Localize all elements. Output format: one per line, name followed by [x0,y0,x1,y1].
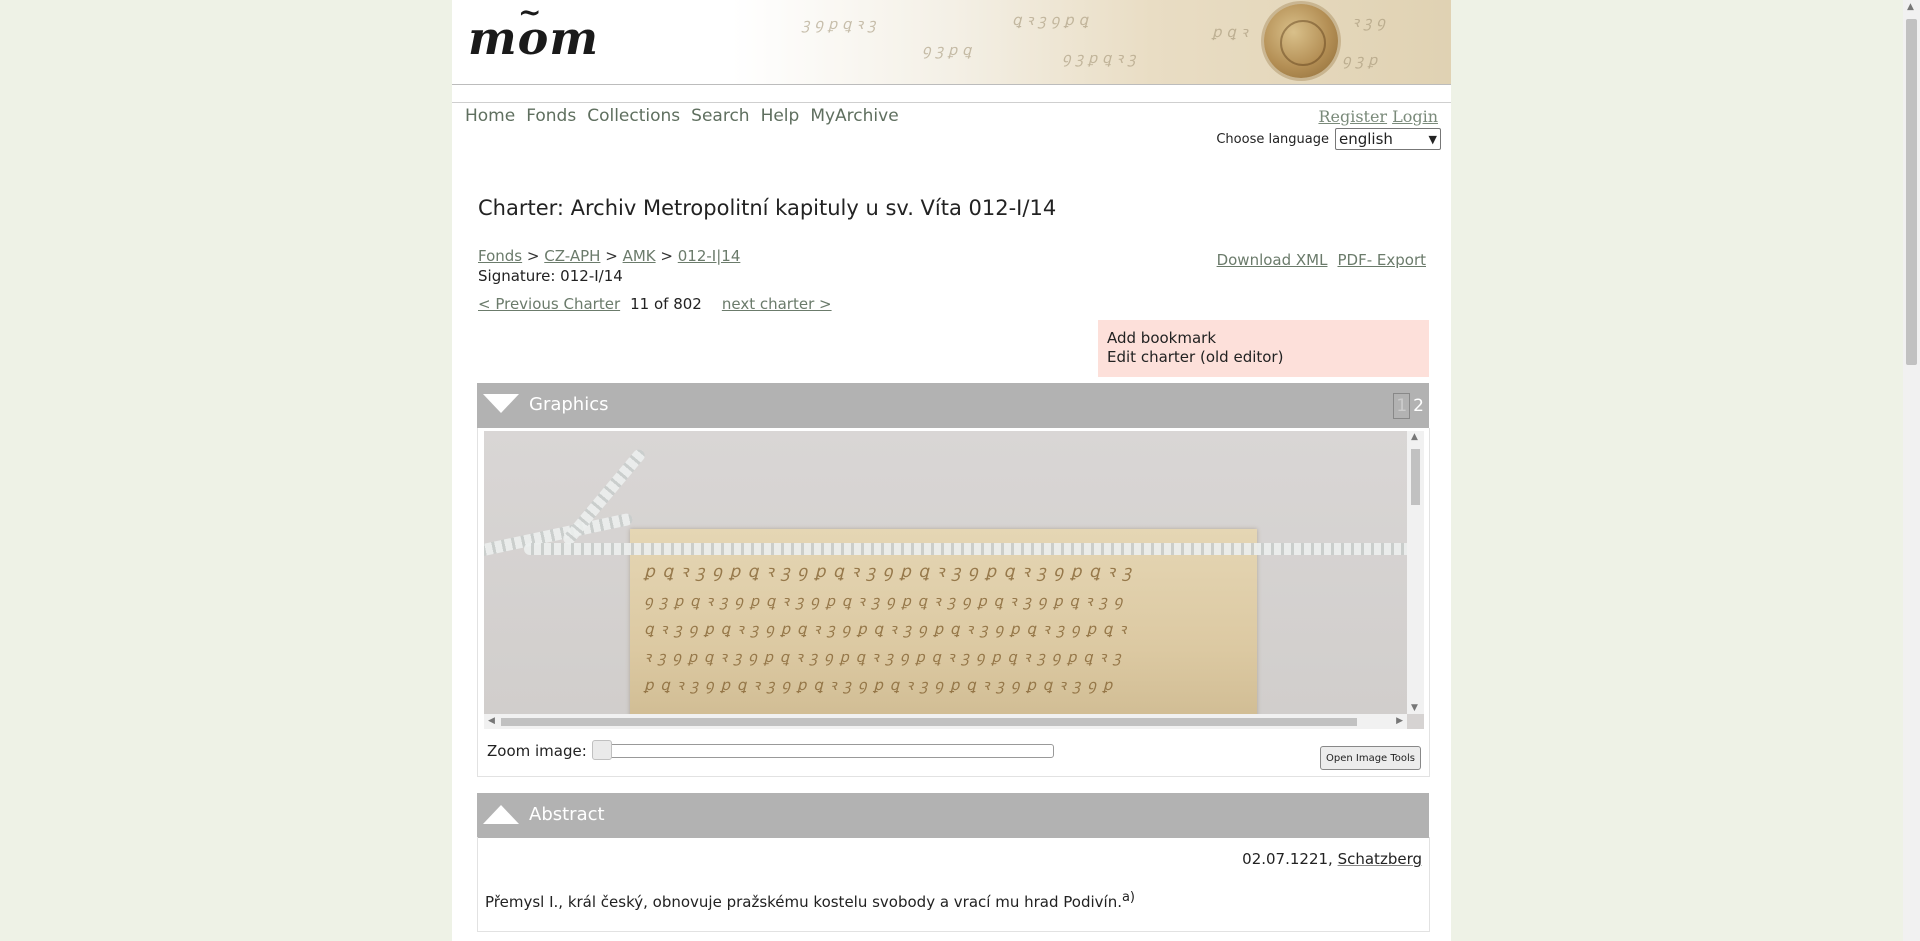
signature: Signature: 012-I/14 [478,267,623,285]
breadcrumb-charter[interactable]: 012-I|14 [678,247,741,265]
nav-fonds[interactable]: Fonds [526,106,576,126]
image-page-1[interactable]: 1 [1393,393,1411,419]
charter-image[interactable]: ꝑ ꝗ ꝛ ꝫ ꝯ ꝑ ꝗ ꝛ ꝫ ꝯ ꝑ ꝗ ꝛ ꝫ ꝯ ꝑ ꝗ ꝛ ꝫ ꝯ … [484,431,1407,714]
previous-charter-link[interactable]: < Previous Charter [478,295,620,313]
image-page-2[interactable]: 2 [1410,393,1427,419]
banner-decoration: ꝑ ꝗ ꝛ [1212,23,1248,41]
breadcrumb-separator: > [526,247,540,265]
logo-tilde: ~ [518,0,542,29]
download-xml-link[interactable]: Download XML [1217,251,1328,269]
breadcrumb-fond[interactable]: AMK [623,247,656,265]
scrollbar-thumb[interactable] [1411,449,1420,505]
abstract-note-marker[interactable]: a) [1122,890,1135,905]
banner-decoration: ꝯ ꝫ ꝑ ꝗ [922,41,972,59]
script-line: ꝛ ꝫ ꝯ ꝑ ꝗ ꝛ ꝫ ꝯ ꝑ ꝗ ꝛ ꝫ ꝯ ꝑ ꝗ ꝛ ꝫ ꝯ ꝑ ꝗ … [644,648,1122,666]
banner-decoration: ꝫ ꝯ ꝑ ꝗ ꝛ ꝫ [802,15,876,33]
banner-decoration: ꝯ ꝫ ꝑ [1342,51,1378,69]
script-line: ꝑ ꝗ ꝛ ꝫ ꝯ ꝑ ꝗ ꝛ ꝫ ꝯ ꝑ ꝗ ꝛ ꝫ ꝯ ꝑ ꝗ ꝛ ꝫ ꝯ … [644,676,1114,694]
scrollbar-thumb[interactable] [501,718,1357,726]
graphics-title: Graphics [529,394,609,415]
breadcrumb-separator: > [660,247,673,265]
script-line: ꝗ ꝛ ꝫ ꝯ ꝑ ꝗ ꝛ ꝫ ꝯ ꝑ ꝗ ꝛ ꝫ ꝯ ꝑ ꝗ ꝛ ꝫ ꝯ ꝑ … [644,620,1128,638]
zoom-slider-handle[interactable] [592,740,612,760]
main-nav: Home Fonds Collections Search Help MyArc… [465,106,899,126]
divider [452,102,1451,103]
language-selected: english [1339,130,1393,148]
scrollbar-thumb[interactable] [1906,19,1917,365]
breadcrumb: Fonds > CZ-APH > AMK > 012-I|14 [478,247,740,265]
abstract-body: 02.07.1221, Schatzberg Přemysl I., král … [477,837,1430,932]
image-horizontal-scrollbar[interactable]: ◀ ▶ [484,714,1407,729]
banner-decoration: ꝗ ꝛ ꝫ ꝯ ꝑ ꝗ [1012,11,1088,29]
breadcrumb-archive[interactable]: CZ-APH [544,247,600,265]
expand-triangle-icon[interactable] [483,805,519,824]
language-chooser: Choose language english ▼ [1216,128,1441,150]
language-label: Choose language [1216,131,1329,147]
image-pager: 1 2 [1393,393,1427,419]
charter-count: 11 of 802 [630,295,702,313]
nav-collections[interactable]: Collections [587,106,680,126]
zoom-label: Zoom image: [487,742,587,760]
charter-actions: Add bookmark Edit charter (old editor) [1098,320,1429,377]
nav-search[interactable]: Search [691,106,749,126]
open-image-tools-button[interactable]: Open Image Tools [1320,746,1421,770]
register-link[interactable]: Register [1318,107,1387,126]
script-line: ꝯ ꝫ ꝑ ꝗ ꝛ ꝫ ꝯ ꝑ ꝗ ꝛ ꝫ ꝯ ꝑ ꝗ ꝛ ꝫ ꝯ ꝑ ꝗ ꝛ … [644,592,1124,610]
nav-help[interactable]: Help [761,106,800,126]
auth-nav: Register Login [1318,107,1438,126]
scroll-right-icon[interactable]: ▶ [1396,716,1403,726]
scroll-left-icon[interactable]: ◀ [488,716,495,726]
login-link[interactable]: Login [1392,107,1438,126]
abstract-header[interactable]: Abstract [477,793,1429,838]
banner-decoration: ꝯ ꝫ ꝑ ꝗ ꝛ ꝫ [1062,49,1136,67]
nav-myarchive[interactable]: MyArchive [810,106,898,126]
next-charter-link[interactable]: next charter > [722,295,832,313]
nav-home[interactable]: Home [465,106,515,126]
add-bookmark-action[interactable]: Add bookmark [1107,329,1420,348]
abstract-place-link[interactable]: Schatzberg [1338,850,1422,868]
banner-decoration: ꝛ ꝫ ꝯ [1352,13,1386,31]
language-select[interactable]: english ▼ [1335,128,1441,150]
breadcrumb-fonds[interactable]: Fonds [478,247,522,265]
chevron-down-icon: ▼ [1428,132,1437,146]
abstract-date-place: 02.07.1221, Schatzberg [1242,850,1422,868]
scroll-down-icon[interactable]: ▼ [1411,703,1418,713]
header-banner: mom ~ ꝫ ꝯ ꝑ ꝗ ꝛ ꝫ ꝯ ꝫ ꝑ ꝗ ꝗ ꝛ ꝫ ꝯ ꝑ ꝗ ꝯ … [452,0,1451,85]
graphics-header[interactable]: Graphics 1 2 [477,383,1429,428]
wax-seal-image [1264,4,1338,78]
collapse-triangle-icon[interactable] [483,394,519,413]
script-line: ꝑ ꝗ ꝛ ꝫ ꝯ ꝑ ꝗ ꝛ ꝫ ꝯ ꝑ ꝗ ꝛ ꝫ ꝯ ꝑ ꝗ ꝛ ꝫ ꝯ … [644,562,1133,582]
scroll-up-icon[interactable]: ▲ [1907,2,1914,12]
parchment-image: ꝑ ꝗ ꝛ ꝫ ꝯ ꝑ ꝗ ꝛ ꝫ ꝯ ꝑ ꝗ ꝛ ꝫ ꝯ ꝑ ꝗ ꝛ ꝫ ꝯ … [630,529,1257,714]
breadcrumb-separator: > [605,247,618,265]
abstract-text-content: Přemysl I., král český, obnovuje pražské… [485,893,1122,911]
abstract-text: Přemysl I., král český, obnovuje pražské… [485,890,1135,911]
page-title: Charter: Archiv Metropolitní kapituly u … [478,196,1057,220]
page-scrollbar[interactable]: ▲ [1903,0,1920,941]
abstract-date: 02.07.1221 [1242,850,1329,868]
image-vertical-scrollbar[interactable]: ▲ ▼ [1407,431,1424,714]
cord-decoration [524,543,1407,555]
pdf-export-link[interactable]: PDF- Export [1337,251,1426,269]
export-links: Download XML PDF- Export [1217,251,1426,269]
charter-pager: < Previous Charter 11 of 802 next charte… [478,295,832,313]
page-container: mom ~ ꝫ ꝯ ꝑ ꝗ ꝛ ꝫ ꝯ ꝫ ꝑ ꝗ ꝗ ꝛ ꝫ ꝯ ꝑ ꝗ ꝯ … [452,0,1451,941]
image-viewer[interactable]: ꝑ ꝗ ꝛ ꝫ ꝯ ꝑ ꝗ ꝛ ꝫ ꝯ ꝑ ꝗ ꝛ ꝫ ꝯ ꝑ ꝗ ꝛ ꝫ ꝯ … [484,431,1424,729]
scroll-up-icon[interactable]: ▲ [1411,432,1418,442]
abstract-title: Abstract [529,804,605,825]
graphics-body: ꝑ ꝗ ꝛ ꝫ ꝯ ꝑ ꝗ ꝛ ꝫ ꝯ ꝑ ꝗ ꝛ ꝫ ꝯ ꝑ ꝗ ꝛ ꝫ ꝯ … [477,428,1430,777]
edit-charter-action[interactable]: Edit charter (old editor) [1107,348,1420,367]
zoom-slider-track[interactable] [592,744,1054,758]
